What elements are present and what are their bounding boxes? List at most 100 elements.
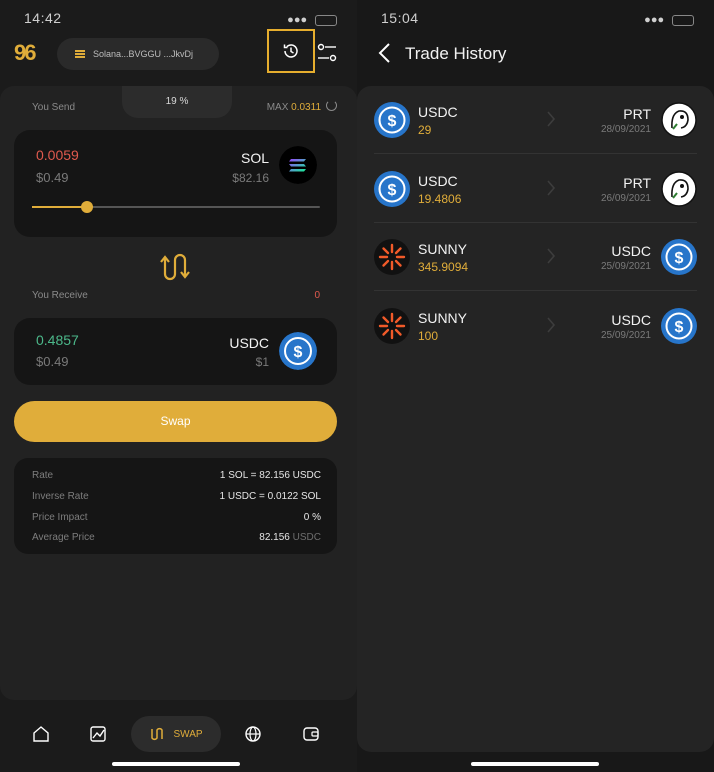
svg-text:$: $ (294, 344, 303, 361)
swap-direction-icon[interactable] (160, 250, 192, 284)
to-amount: 0.4857 (36, 332, 79, 348)
chevron-right-icon (547, 248, 556, 264)
slider-thumb[interactable] (80, 201, 93, 213)
from-amount[interactable]: 0.0059 (36, 147, 79, 163)
trade-date: 25/09/2021 (600, 329, 651, 341)
you-send-label: You Send (32, 102, 76, 113)
tab-markets[interactable] (78, 716, 118, 752)
status-bar: 14:42 ●●● (0, 8, 357, 28)
trade-to-symbol: PRT (623, 174, 651, 191)
slider-fill (32, 206, 87, 208)
trade-date: 28/09/2021 (600, 124, 651, 135)
solana-mini-icon (75, 50, 85, 58)
you-receive-label: You Receive (32, 290, 88, 301)
battery-icon (672, 14, 694, 26)
info-value: 1 USDC = 0.0122 SOL (219, 491, 321, 502)
swap-screen: 14:42 ●●● 96 Solana...BVGGU ...JkvDj You… (0, 0, 357, 772)
info-row: Average Price 82.156 USDC (32, 532, 321, 546)
battery-icon (315, 14, 337, 26)
trade-from-amount: 345.9094 (418, 260, 469, 274)
trade-history-screen: 15:04 ●●● Trade History $ USDC 29 PRT 28/09/… (357, 0, 714, 772)
max-value: 0.0311 (291, 102, 321, 113)
sunny-icon (374, 239, 410, 275)
home-indicator (112, 762, 240, 766)
back-arrow-icon[interactable] (377, 42, 393, 64)
wallet-selector[interactable]: Solana...BVGGU ...JkvDj (57, 38, 219, 70)
globe-icon (245, 726, 261, 742)
wifi-icon: ●●● (644, 14, 665, 27)
status-bar: 15:04 ●●● (357, 8, 714, 28)
home-indicator (471, 762, 599, 766)
refresh-icon[interactable] (326, 100, 337, 111)
chevron-right-icon (547, 111, 556, 127)
wallet-icon (303, 727, 319, 741)
max-button[interactable]: MAX 0.0311 (267, 102, 321, 113)
trade-row[interactable]: $ USDC 19.4806 PRT 26/09/2021 (374, 155, 697, 223)
wallet-address: Solana...BVGGU ...JkvDj (93, 49, 194, 59)
trade-date: 25/09/2021 (600, 261, 651, 272)
to-price: $1 (255, 355, 269, 369)
receive-value: 0 (314, 290, 320, 301)
trade-to-symbol: USDC (611, 243, 651, 259)
info-key: Average Price (32, 532, 95, 543)
to-token-card: 0.4857 $0.49 USDC $1 $ (14, 318, 337, 385)
svg-text:$: $ (388, 113, 397, 130)
from-symbol[interactable]: SOL (241, 150, 269, 166)
history-button[interactable] (267, 29, 315, 73)
amount-slider[interactable] (32, 201, 320, 213)
page-title: Trade History (405, 44, 507, 63)
usdc-icon: $ (374, 102, 410, 138)
from-price: $82.16 (232, 171, 269, 185)
info-key: Price Impact (32, 512, 88, 523)
status-time: 14:42 (24, 10, 62, 26)
trade-from-symbol: USDC (418, 104, 458, 120)
from-token-card: 0.0059 $0.49 SOL $82.16 (14, 130, 337, 237)
info-row: Rate 1 SOL = 82.156 USDC (32, 470, 321, 484)
trade-from-symbol: SUNNY (418, 309, 468, 326)
trade-from-symbol: SUNNY (418, 241, 468, 257)
trade-date: 26/09/2021 (600, 192, 651, 204)
tab-swap[interactable]: SWAP (131, 716, 221, 752)
bottom-tab-bar: SWAP (0, 700, 357, 772)
solana-icon[interactable] (279, 146, 317, 184)
trade-to-symbol: PRT (623, 106, 651, 122)
to-usd: $0.49 (36, 354, 69, 369)
swap-tab-icon (151, 727, 164, 741)
svg-text:$: $ (388, 182, 397, 199)
settings-button[interactable] (316, 42, 338, 64)
info-key: Inverse Rate (32, 491, 89, 502)
from-usd: $0.49 (36, 170, 69, 185)
percent-selector[interactable]: 19 % (122, 86, 232, 118)
trade-row[interactable]: SUNNY 100 USDC 25/09/2021 $ (374, 292, 697, 360)
svg-text:$: $ (675, 250, 684, 267)
trade-row[interactable]: $ USDC 29 PRT 28/09/2021 (374, 86, 697, 154)
svg-text:$: $ (675, 319, 684, 336)
info-row: Price Impact 0 % (32, 512, 321, 526)
info-value: 0 % (303, 512, 321, 523)
info-value: 1 SOL = 82.156 USDC (219, 470, 321, 481)
swap-button[interactable]: Swap (14, 401, 337, 442)
trade-from-amount: 19.4806 (418, 191, 462, 206)
usdc-icon: $ (661, 239, 697, 275)
info-value: 82.156 USDC (259, 532, 321, 543)
history-icon (283, 44, 298, 58)
app-logo: 96 (14, 40, 37, 65)
tab-explore[interactable] (233, 716, 273, 752)
trade-from-amount: 29 (418, 123, 432, 137)
tab-wallet[interactable] (291, 716, 331, 752)
chevron-right-icon (547, 316, 556, 333)
sunny-icon (374, 307, 410, 344)
trade-row[interactable]: SUNNY 345.9094 USDC 25/09/2021 $ (374, 223, 697, 291)
trade-from-amount: 100 (418, 328, 439, 343)
usdc-icon: $ (661, 307, 697, 344)
chevron-right-icon (547, 179, 556, 196)
sliders-icon (317, 43, 337, 62)
tab-home[interactable] (21, 716, 61, 752)
to-symbol[interactable]: USDC (229, 335, 269, 351)
wifi-icon: ●●● (287, 14, 308, 27)
rate-info-card: Rate 1 SOL = 82.156 USDC Inverse Rate 1 … (14, 458, 337, 554)
info-key: Rate (32, 470, 54, 481)
prt-icon (661, 102, 697, 138)
usdc-icon[interactable]: $ (279, 332, 317, 370)
max-label: MAX (266, 102, 289, 113)
